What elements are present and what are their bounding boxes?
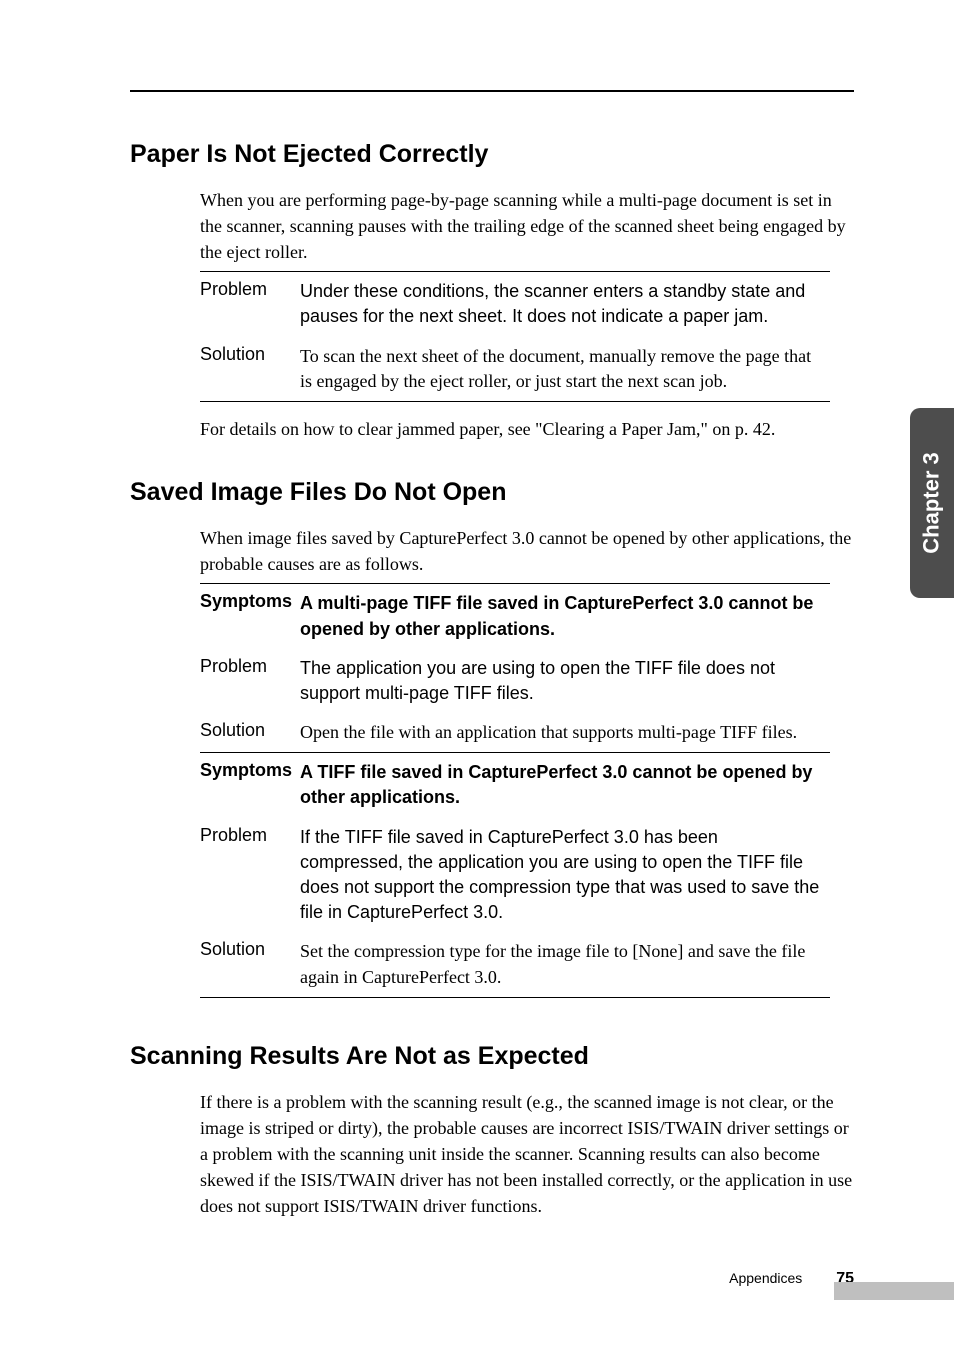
row-text: If the TIFF file saved in CapturePerfect… bbox=[300, 818, 830, 933]
top-rule bbox=[130, 90, 854, 92]
chapter-tab: Chapter 3 bbox=[910, 408, 954, 598]
row-label: Problem bbox=[200, 649, 300, 713]
row-label: Solution bbox=[200, 932, 300, 997]
row-text: Set the compression type for the image f… bbox=[300, 932, 830, 997]
heading-saved-image-files: Saved Image Files Do Not Open bbox=[130, 478, 854, 507]
row-label: Solution bbox=[200, 713, 300, 753]
section1-table: Problem Under these conditions, the scan… bbox=[200, 271, 830, 402]
heading-scanning-results: Scanning Results Are Not as Expected bbox=[130, 1042, 854, 1071]
footer-decorative-bar bbox=[834, 1282, 954, 1300]
row-label: Problem bbox=[200, 272, 300, 337]
symptoms-label: Symptoms bbox=[200, 584, 300, 649]
section1-intro: When you are performing page-by-page sca… bbox=[200, 187, 854, 265]
row-text: Open the file with an application that s… bbox=[300, 713, 830, 753]
symptoms-text: A multi-page TIFF file saved in CaptureP… bbox=[300, 584, 830, 649]
symptoms-text: A TIFF file saved in CapturePerfect 3.0 … bbox=[300, 753, 830, 818]
section1-outro: For details on how to clear jammed paper… bbox=[200, 416, 854, 442]
section2-table: Symptoms A multi-page TIFF file saved in… bbox=[200, 583, 830, 997]
row-text: To scan the next sheet of the document, … bbox=[300, 337, 830, 402]
symptoms-label: Symptoms bbox=[200, 753, 300, 818]
row-text: Under these conditions, the scanner ente… bbox=[300, 272, 830, 337]
section2-intro: When image files saved by CapturePerfect… bbox=[200, 525, 854, 577]
heading-paper-not-ejected: Paper Is Not Ejected Correctly bbox=[130, 140, 854, 169]
row-text: The application you are using to open th… bbox=[300, 649, 830, 713]
section3-intro: If there is a problem with the scanning … bbox=[200, 1089, 854, 1219]
footer-section: Appendices bbox=[729, 1270, 802, 1286]
row-label: Solution bbox=[200, 337, 300, 402]
row-label: Problem bbox=[200, 818, 300, 933]
chapter-tab-label: Chapter 3 bbox=[919, 452, 945, 553]
